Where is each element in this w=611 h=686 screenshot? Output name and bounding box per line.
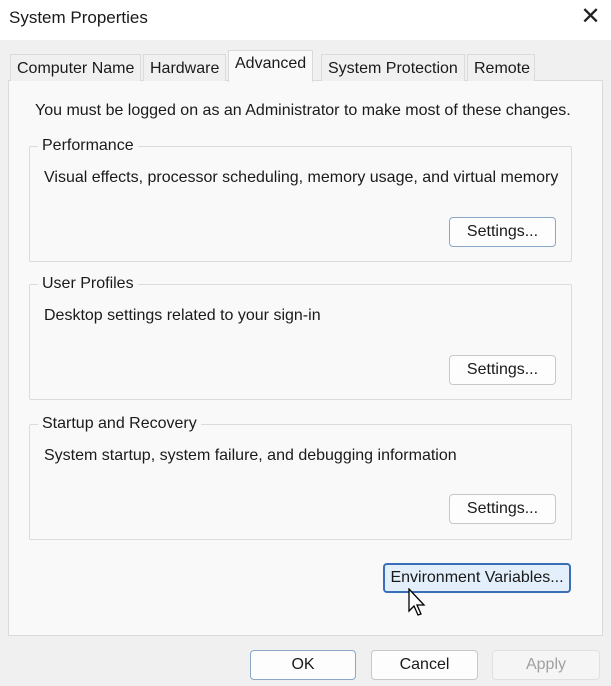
tab-system-protection[interactable]: System Protection: [321, 54, 465, 81]
startup-recovery-settings-button[interactable]: Settings...: [449, 494, 556, 524]
title-bar: System Properties ✕: [0, 0, 611, 40]
group-label: Performance: [38, 137, 138, 155]
group-description: Desktop settings related to your sign-in: [44, 307, 321, 324]
tab-computer-name[interactable]: Computer Name: [10, 54, 142, 81]
admin-note: You must be logged on as an Administrato…: [35, 102, 571, 119]
group-description: System startup, system failure, and debu…: [44, 447, 457, 464]
window-title: System Properties: [9, 8, 148, 27]
cancel-button[interactable]: Cancel: [371, 650, 478, 680]
user-profiles-settings-button[interactable]: Settings...: [449, 355, 556, 385]
tab-hardware[interactable]: Hardware: [143, 54, 227, 81]
close-icon[interactable]: ✕: [570, 0, 611, 36]
group-description: Visual effects, processor scheduling, me…: [44, 169, 559, 186]
group-label: User Profiles: [38, 275, 138, 293]
tab-remote[interactable]: Remote: [467, 54, 535, 81]
tab-advanced[interactable]: Advanced: [228, 50, 314, 82]
group-label: Startup and Recovery: [38, 415, 201, 433]
apply-button[interactable]: Apply: [492, 650, 600, 680]
performance-settings-button[interactable]: Settings...: [449, 217, 556, 247]
ok-button[interactable]: OK: [250, 650, 356, 680]
mouse-cursor-icon: [408, 588, 426, 616]
